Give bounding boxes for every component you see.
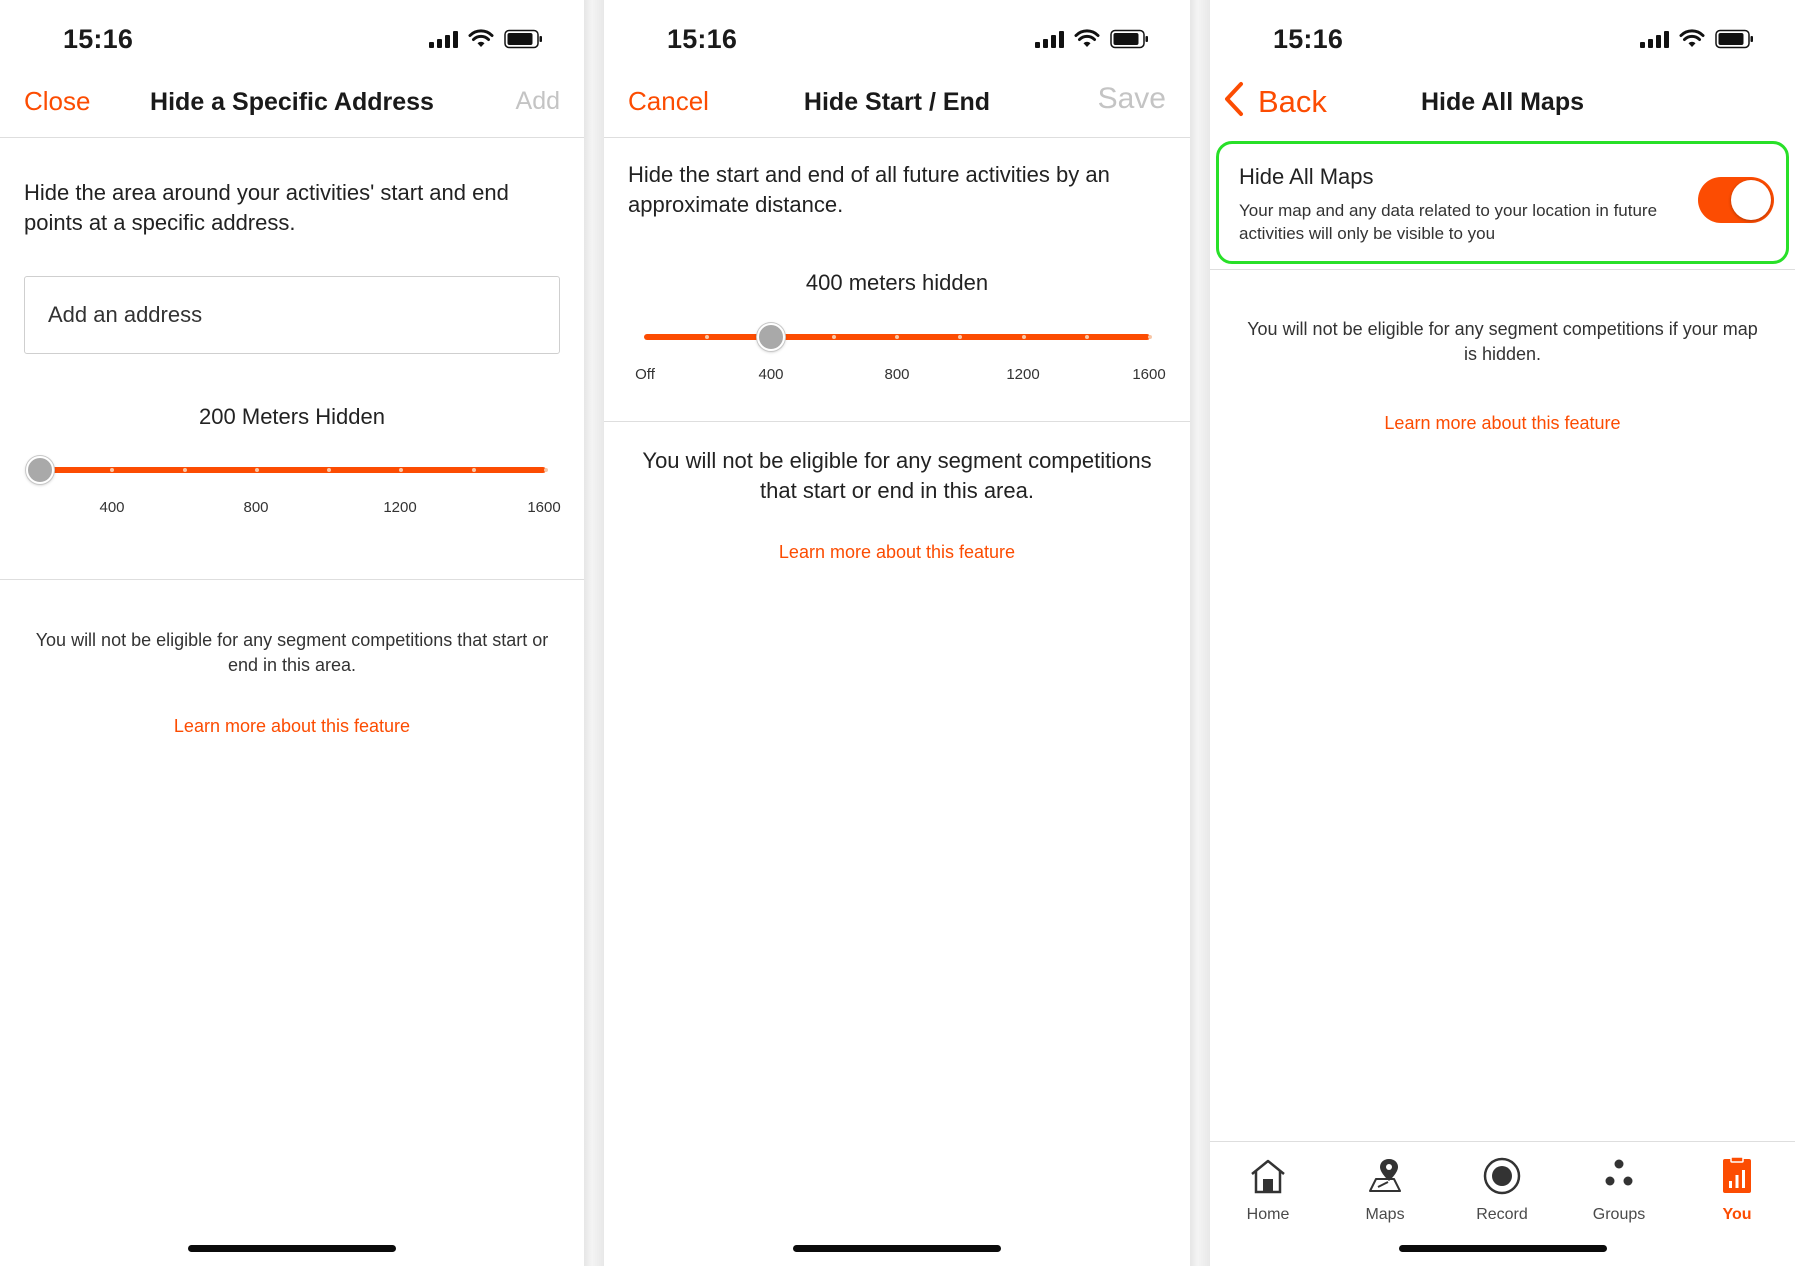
cellular-signal-icon [1035,30,1064,48]
toggle-knob [1731,180,1771,220]
slider-tick [1021,335,1026,339]
screen-hide-specific-address: 15:16 Close Hide a Specific Address Add … [0,0,584,1266]
cellular-signal-icon [1640,30,1669,48]
slider-track [40,467,546,473]
tab-groups[interactable]: Groups [1574,1152,1664,1224]
setting-description: Your map and any data related to your lo… [1239,201,1658,243]
slider-tick [1148,335,1152,339]
slider-tick-label: 1200 [1006,366,1040,383]
slider-thumb[interactable] [756,323,785,351]
learn-more-link[interactable]: Learn more about this feature [1210,411,1795,436]
slider-tick [544,468,548,472]
slider-value-label: 400 meters hidden [805,270,989,295]
learn-more-link[interactable]: Learn more about this feature [604,540,1190,565]
tab-record[interactable]: Record [1457,1152,1547,1224]
wifi-icon [468,29,494,49]
cellular-signal-icon [429,30,458,48]
status-time: 15:16 [1273,24,1344,54]
back-label: Back [1258,83,1327,119]
status-bar: 15:16 [1210,0,1795,72]
description-text: Hide the area around your activities' st… [24,180,509,235]
record-icon [1457,1152,1547,1200]
screen-separator [1190,0,1210,1266]
description-text: Hide the start and end of all future act… [628,162,1110,217]
learn-more-link[interactable]: Learn more about this feature [0,714,584,739]
status-bar: 15:16 [604,0,1190,72]
tab-you[interactable]: You [1692,1152,1782,1224]
home-indicator [188,1245,396,1252]
divider [0,579,584,580]
save-button[interactable]: Save [1098,82,1166,116]
slider-tick-label: 400 [758,366,784,383]
screen-separator [584,0,604,1266]
setting-title: Hide All Maps [1239,164,1374,189]
distance-slider[interactable] [644,317,1152,357]
slider-tick-label: 1200 [383,499,417,516]
slider-tick-label: 1600 [527,499,561,516]
cancel-button[interactable]: Cancel [628,86,709,117]
tab-label: Home [1246,1206,1290,1223]
battery-icon [1715,29,1755,49]
slider-value-label: 200 Meters Hidden [199,404,385,429]
tab-label: Record [1476,1206,1528,1223]
slider-tick [471,468,476,472]
tab-label: You [1722,1206,1752,1223]
home-icon [1223,1152,1313,1200]
slider-tick [895,335,899,339]
distance-slider[interactable] [26,450,548,490]
status-bar: 15:16 [0,0,584,72]
wifi-icon [1074,29,1100,49]
tab-label: Groups [1592,1206,1646,1223]
slider-tick [1084,335,1089,339]
hide-all-maps-setting: Hide All Maps Your map and any data rela… [1216,141,1789,264]
hide-all-maps-toggle[interactable] [1698,177,1774,223]
slider-tick [182,468,187,472]
screen-hide-all-maps: 15:16 Back Hide All Maps Hide All Maps Y… [1210,0,1795,1266]
back-button[interactable]: Back [1222,80,1327,123]
segment-note: You will not be eligible for any segment… [1247,319,1758,364]
chevron-left-icon [1222,80,1246,123]
status-time: 15:16 [63,24,134,54]
tab-maps[interactable]: Maps [1340,1152,1430,1224]
slider-tick-label: 400 [99,499,125,516]
map-pin-icon [1340,1152,1430,1200]
battery-icon [504,29,544,49]
close-button[interactable]: Close [24,86,90,117]
add-button[interactable]: Add [516,87,560,116]
groups-icon [1574,1152,1664,1200]
segment-note: You will not be eligible for any segment… [35,630,549,675]
navigation-bar: Close Hide a Specific Address Add [0,72,584,138]
slider-tick-label: Off [635,366,655,383]
navigation-bar: Back Hide All Maps [1210,72,1795,138]
home-indicator [1398,1245,1607,1252]
profile-chart-icon [1692,1152,1782,1200]
status-time: 15:16 [667,24,738,54]
slider-tick-label: 800 [243,499,269,516]
slider-tick-label: 1600 [1132,366,1166,383]
slider-thumb[interactable] [26,456,54,484]
slider-tick [831,335,836,339]
tab-home[interactable]: Home [1223,1152,1313,1224]
navigation-bar: Cancel Hide Start / End Save [604,72,1190,138]
divider [1210,269,1795,270]
screen-hide-start-end: 15:16 Cancel Hide Start / End Save Hide … [604,0,1190,1266]
divider [604,421,1190,422]
slider-tick-label: 800 [884,366,910,383]
home-indicator [793,1245,1001,1252]
tab-label: Maps [1365,1206,1405,1223]
slider-tick [254,468,259,472]
wifi-icon [1679,29,1705,49]
segment-note: You will not be eligible for any segment… [642,448,1152,503]
battery-icon [1110,29,1150,49]
address-input[interactable]: Add an address [24,276,560,354]
